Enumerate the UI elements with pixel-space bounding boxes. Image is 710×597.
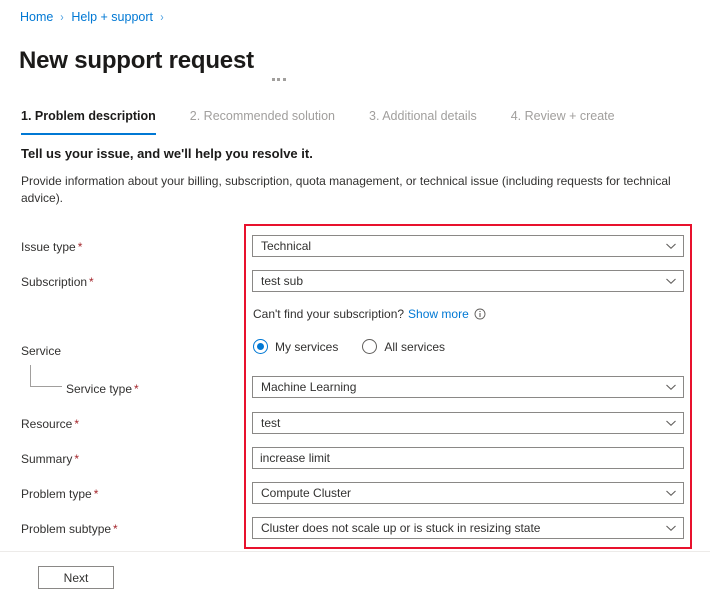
info-icon[interactable] — [474, 308, 486, 320]
subscription-label-text: Subscription — [21, 275, 87, 289]
problem-type-value: Compute Cluster — [259, 486, 659, 500]
service-type-label: Service type* — [66, 381, 139, 397]
issue-type-label-text: Issue type — [21, 240, 76, 254]
service-label-text: Service — [21, 344, 61, 358]
problem-type-required-mark: * — [94, 487, 99, 501]
problem-subtype-value: Cluster does not scale up or is stuck in… — [259, 521, 659, 535]
problem-type-select[interactable]: Compute Cluster — [252, 482, 684, 504]
chevron-down-icon — [665, 487, 677, 499]
service-type-required-mark: * — [134, 382, 139, 396]
resource-label: Resource* — [21, 416, 79, 432]
radio-all-services-label: All services — [384, 340, 445, 354]
issue-type-required-mark: * — [78, 240, 83, 254]
radio-my-services[interactable]: My services — [253, 339, 338, 354]
problem-type-label-text: Problem type — [21, 487, 92, 501]
service-scope-radio-group: My services All services — [253, 339, 469, 354]
problem-subtype-label-text: Problem subtype — [21, 522, 111, 536]
page-title: New support request — [19, 46, 254, 76]
radio-my-services-indicator — [253, 339, 268, 354]
resource-value: test — [259, 416, 659, 430]
breadcrumb-separator-icon: › — [61, 9, 64, 25]
intro-body: Provide information about your billing, … — [21, 173, 671, 207]
subscription-select[interactable]: test sub — [252, 270, 684, 292]
tab-review-create[interactable]: 4. Review + create — [511, 108, 615, 135]
issue-type-value: Technical — [259, 239, 659, 253]
summary-input[interactable] — [259, 451, 677, 465]
resource-required-mark: * — [74, 417, 79, 431]
wizard-tabs: 1. Problem description 2. Recommended so… — [21, 108, 649, 135]
problem-type-label: Problem type* — [21, 486, 98, 502]
breadcrumb-item-help-support[interactable]: Help + support — [71, 9, 153, 25]
service-type-select[interactable]: Machine Learning — [252, 376, 684, 398]
tab-additional-details[interactable]: 3. Additional details — [369, 108, 477, 135]
next-button[interactable]: Next — [38, 566, 114, 589]
radio-my-services-label: My services — [275, 340, 338, 354]
show-more-link[interactable]: Show more — [408, 306, 469, 322]
footer-divider — [0, 551, 710, 552]
subscription-helper-text: Can't find your subscription? — [253, 306, 404, 322]
support-request-page: Home › Help + support › New support requ… — [0, 0, 710, 597]
summary-field[interactable] — [252, 447, 684, 469]
more-options-icon[interactable] — [270, 76, 288, 83]
chevron-down-icon — [665, 522, 677, 534]
chevron-down-icon — [665, 240, 677, 252]
problem-subtype-label: Problem subtype* — [21, 521, 118, 537]
resource-label-text: Resource — [21, 417, 72, 431]
resource-select[interactable]: test — [252, 412, 684, 434]
breadcrumb-separator-icon-2: › — [160, 9, 163, 25]
problem-subtype-required-mark: * — [113, 522, 118, 536]
intro-heading: Tell us your issue, and we'll help you r… — [21, 145, 313, 163]
service-label: Service — [21, 343, 61, 359]
tab-recommended-solution[interactable]: 2. Recommended solution — [190, 108, 335, 135]
page-header: New support request — [19, 30, 288, 92]
service-tree-connector — [30, 365, 62, 387]
subscription-label: Subscription* — [21, 274, 94, 290]
tab-problem-description[interactable]: 1. Problem description — [21, 108, 156, 135]
issue-type-label: Issue type* — [21, 239, 82, 255]
service-type-label-text: Service type — [66, 382, 132, 396]
problem-subtype-select[interactable]: Cluster does not scale up or is stuck in… — [252, 517, 684, 539]
chevron-down-icon — [665, 275, 677, 287]
summary-required-mark: * — [74, 452, 79, 466]
issue-type-select[interactable]: Technical — [252, 235, 684, 257]
chevron-down-icon — [665, 381, 677, 393]
radio-all-services-indicator — [362, 339, 377, 354]
breadcrumb: Home › Help + support › — [20, 9, 171, 25]
chevron-down-icon — [665, 417, 677, 429]
breadcrumb-item-home[interactable]: Home — [20, 9, 53, 25]
service-type-value: Machine Learning — [259, 380, 659, 394]
summary-label-text: Summary — [21, 452, 72, 466]
summary-label: Summary* — [21, 451, 79, 467]
subscription-value: test sub — [259, 274, 659, 288]
radio-all-services[interactable]: All services — [362, 339, 445, 354]
subscription-helper: Can't find your subscription? Show more — [253, 306, 486, 322]
subscription-required-mark: * — [89, 275, 94, 289]
